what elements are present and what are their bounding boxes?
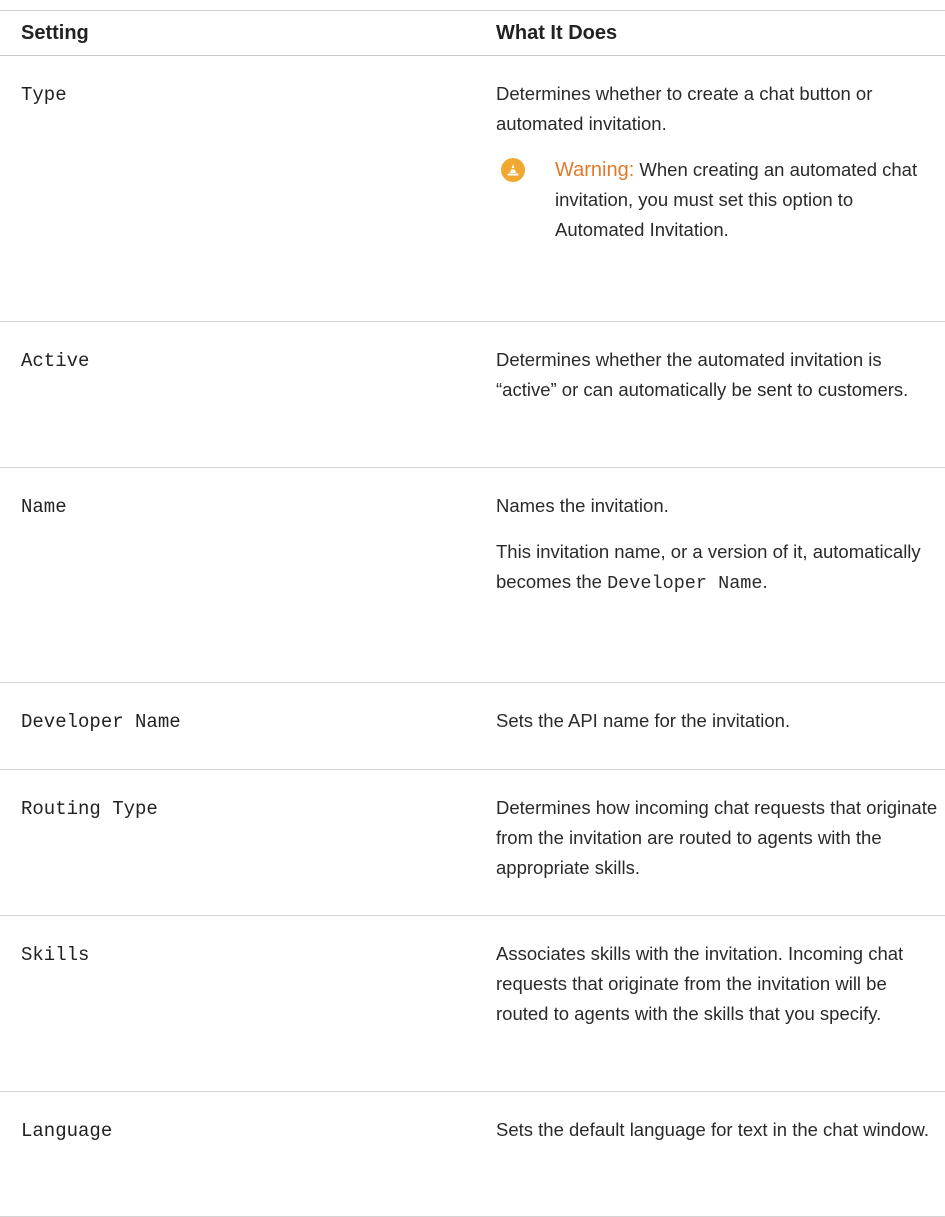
setting-description: Determines how incoming chat requests th… [496,797,938,878]
setting-description-cell: Sets the default language for text in th… [487,1091,945,1217]
table-row: Language Sets the default language for t… [0,1091,945,1217]
table-row: Developer Name Sets the API name for the… [0,682,945,770]
setting-description: Names the invitation. [496,495,669,516]
setting-name: Name [0,467,487,683]
warning-cone-icon [501,158,525,182]
setting-description-cell: Determines how incoming chat requests th… [487,769,945,916]
setting-description-cell: Sets the API name for the invitation. [487,682,945,770]
table-row: Active Determines whether the automated … [0,321,945,468]
setting-name: Skills [0,915,487,1092]
setting-name: Type [0,55,487,322]
developer-name-code: Developer Name [607,573,763,594]
setting-description-cell: Associates skills with the invitation. I… [487,915,945,1092]
table-header-row: Setting What It Does [0,10,945,56]
table-row: Type Determines whether to create a chat… [0,55,945,322]
warning-note: Warning: When creating an automated chat… [496,155,939,245]
setting-description: Determines whether the automated invitat… [496,349,909,400]
setting-name: Routing Type [0,769,487,916]
setting-name: Developer Name [0,682,487,770]
setting-extra-description: This invitation name, or a version of it… [496,537,939,600]
table-row: Routing Type Determines how incoming cha… [0,769,945,916]
setting-description-cell: Determines whether to create a chat butt… [487,55,945,322]
setting-description-cell: Names the invitation. This invitation na… [487,467,945,683]
column-header-what-it-does: What It Does [487,10,945,56]
extra-suffix: . [762,571,768,592]
table-row: Skills Associates skills with the invita… [0,915,945,1092]
warning-label: Warning: [555,159,635,181]
setting-description: Sets the API name for the invitation. [496,710,791,731]
setting-name: Active [0,321,487,468]
setting-description: Determines whether to create a chat butt… [496,83,873,134]
setting-description: Sets the default language for text in th… [496,1119,929,1140]
table-row: Name Names the invitation. This invitati… [0,467,945,683]
column-header-setting: Setting [0,10,487,56]
setting-name: Language [0,1091,487,1217]
settings-table: Setting What It Does Type Determines whe… [0,10,945,1217]
setting-description-cell: Determines whether the automated invitat… [487,321,945,468]
